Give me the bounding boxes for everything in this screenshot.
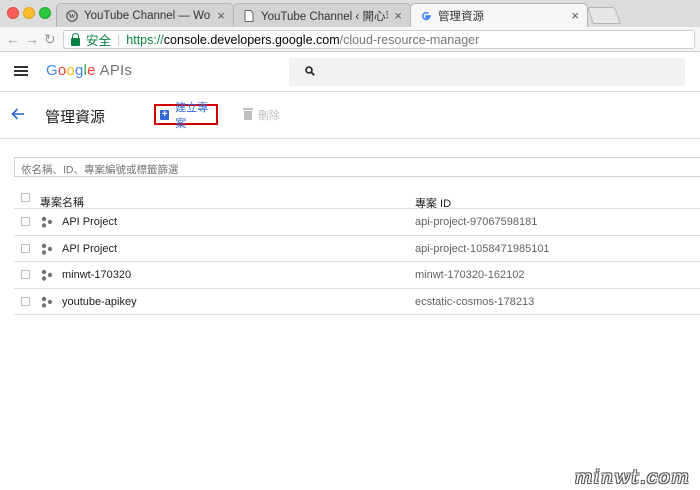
table-row[interactable]: API Project api-project-1058471985101 bbox=[14, 236, 700, 262]
search-icon bbox=[305, 66, 315, 76]
tab-title: YouTube Channel — WordPress bbox=[84, 9, 211, 22]
delete-label: 刪除 bbox=[258, 110, 280, 122]
address-separator: | bbox=[117, 32, 121, 47]
trash-icon bbox=[243, 107, 253, 120]
table-header-row: 專案名稱 專案 ID bbox=[14, 187, 700, 210]
filter-input[interactable]: 依名稱、ID、專案編號或標籤篩選 bbox=[14, 157, 700, 177]
google-apis-logo[interactable]: Google APIs bbox=[46, 62, 132, 79]
delete-button[interactable]: 刪除 bbox=[243, 107, 280, 123]
svg-text:W: W bbox=[68, 12, 75, 20]
logo-letter: o bbox=[66, 62, 75, 79]
browser-tab-wordpress[interactable]: W YouTube Channel — WordPress × bbox=[56, 3, 234, 27]
logo-letter: e bbox=[87, 62, 96, 79]
wordpress-icon: W bbox=[65, 9, 78, 22]
row-checkbox[interactable] bbox=[21, 217, 30, 226]
google-g-icon bbox=[419, 9, 432, 22]
project-icon bbox=[41, 269, 53, 281]
url-path: /cloud-resource-manager bbox=[339, 32, 480, 47]
maximize-window-button[interactable] bbox=[39, 7, 51, 19]
new-tab-button[interactable] bbox=[586, 7, 622, 24]
project-icon bbox=[41, 243, 53, 255]
browser-tab-manage-resources[interactable]: 管理資源 × bbox=[410, 3, 588, 27]
row-checkbox[interactable] bbox=[21, 243, 30, 253]
logo-letter: g bbox=[74, 62, 84, 79]
watermark: minwt.com bbox=[574, 466, 690, 488]
table-row[interactable]: API Project api-project-97067598181 bbox=[14, 209, 700, 236]
back-arrow-icon[interactable] bbox=[11, 107, 25, 121]
minimize-window-button[interactable] bbox=[23, 7, 35, 19]
project-name[interactable]: API Project bbox=[62, 243, 117, 255]
tab-close-icon[interactable]: × bbox=[394, 8, 402, 23]
page-title: 管理資源 bbox=[45, 109, 106, 126]
projects-table: 專案名稱 專案 ID API Project api-project-97067… bbox=[14, 187, 700, 315]
address-bar[interactable]: 安全 | https:// console.developers.google.… bbox=[63, 30, 695, 49]
project-name[interactable]: minwt-170320 bbox=[62, 269, 131, 281]
page-icon bbox=[242, 9, 255, 22]
url-host: console.developers.google.com bbox=[163, 32, 340, 47]
tab-close-icon[interactable]: × bbox=[217, 8, 225, 23]
project-id: api-project-1058471985101 bbox=[415, 242, 550, 255]
logo-suffix: APIs bbox=[99, 62, 133, 79]
table-row[interactable]: youtube-apikey ecstatic-cosmos-178213 bbox=[14, 289, 700, 315]
menu-icon[interactable] bbox=[14, 66, 28, 76]
project-name[interactable]: youtube-apikey bbox=[62, 296, 137, 308]
app-header: Google APIs bbox=[0, 52, 700, 92]
project-icon bbox=[41, 296, 53, 308]
tab-title: 管理資源 bbox=[438, 10, 484, 23]
project-id: minwt-170320-162102 bbox=[415, 269, 525, 281]
browser-tab-youtube-channel[interactable]: YouTube Channel ‹ 開心容場 — W × bbox=[233, 3, 411, 27]
add-box-icon: + bbox=[160, 108, 170, 120]
secure-label: 安全 bbox=[86, 34, 112, 48]
create-project-label: 建立專案 bbox=[175, 101, 209, 130]
logo-letter: G bbox=[46, 62, 58, 79]
search-bar[interactable] bbox=[289, 58, 685, 86]
column-header-name: 專案名稱 bbox=[40, 197, 84, 209]
project-name[interactable]: API Project bbox=[62, 216, 117, 228]
tab-title: YouTube Channel ‹ 開心容場 — W bbox=[261, 10, 388, 23]
table-row[interactable]: minwt-170320 minwt-170320-162102 bbox=[14, 262, 700, 289]
project-icon bbox=[41, 216, 53, 228]
browser-tab-strip: W YouTube Channel — WordPress × YouTube … bbox=[0, 0, 700, 27]
select-all-checkbox[interactable] bbox=[21, 193, 30, 202]
close-window-button[interactable] bbox=[7, 7, 19, 19]
url-scheme: https:// bbox=[126, 32, 164, 47]
project-id: ecstatic-cosmos-178213 bbox=[415, 295, 535, 308]
browser-toolbar: ← → ↻ 安全 | https:// console.developers.g… bbox=[0, 27, 700, 52]
project-id: api-project-97067598181 bbox=[415, 216, 538, 228]
page-toolbar: 管理資源 + 建立專案 刪除 bbox=[0, 93, 700, 139]
back-nav-icon[interactable]: ← bbox=[6, 31, 20, 47]
row-checkbox[interactable] bbox=[21, 296, 30, 306]
create-project-button[interactable]: + 建立專案 bbox=[154, 102, 218, 130]
lock-icon bbox=[71, 32, 80, 46]
forward-nav-icon[interactable]: → bbox=[25, 31, 39, 47]
reload-icon[interactable]: ↻ bbox=[44, 31, 56, 48]
tab-close-icon[interactable]: × bbox=[571, 8, 579, 23]
row-checkbox[interactable] bbox=[21, 270, 30, 279]
